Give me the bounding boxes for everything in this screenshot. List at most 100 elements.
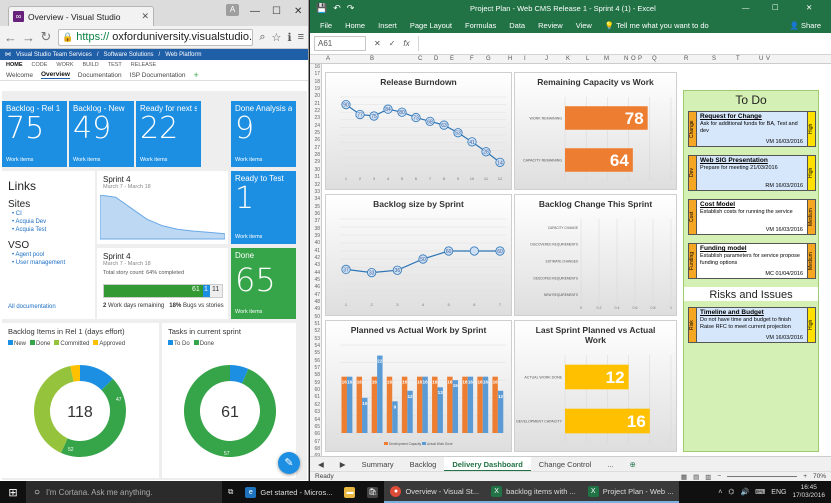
vsts-collection-link[interactable]: Software Solutions: [104, 52, 154, 58]
column-header[interactable]: U: [759, 56, 763, 62]
extension-icon[interactable]: ℹ: [287, 31, 291, 44]
column-header[interactable]: T: [736, 56, 740, 62]
zoom-in-icon[interactable]: +: [803, 473, 807, 480]
row-header[interactable]: 16: [310, 64, 321, 71]
row-header[interactable]: 68: [310, 446, 321, 453]
row-header[interactable]: 59: [310, 380, 321, 387]
link-acquia-dev[interactable]: • Acquia Dev: [12, 218, 89, 226]
volume-icon[interactable]: 🔊: [740, 488, 749, 496]
release-burndown-chart[interactable]: Release Burndown 90 1 77 2 75 3 84 4 80 5 73 6 68 7 63…: [325, 72, 512, 190]
row-header[interactable]: 26: [310, 137, 321, 144]
back-icon[interactable]: ←: [4, 30, 17, 45]
row-header[interactable]: 43: [310, 262, 321, 269]
row-header[interactable]: 66: [310, 431, 321, 438]
taskbar-chrome[interactable]: ● Overview - Visual St...: [384, 481, 486, 503]
column-header[interactable]: A: [326, 56, 330, 62]
todo-card[interactable]: Funding Funding model Establish parameters…: [688, 243, 816, 279]
link-agent-pool[interactable]: • Agent pool: [12, 251, 89, 259]
row-header[interactable]: 41: [310, 248, 321, 255]
row-header[interactable]: 33: [310, 189, 321, 196]
pencil-icon[interactable]: ✎: [278, 452, 300, 474]
tile-done-analysis[interactable]: Done Analysis an... 9 Work items: [231, 101, 296, 167]
windows-start-icon[interactable]: ⊞: [0, 486, 26, 499]
sprint-burndown-tile[interactable]: Sprint 4 March 7 - March 18: [97, 171, 228, 244]
column-header[interactable]: F: [470, 56, 474, 62]
minimize-icon[interactable]: —: [250, 6, 260, 17]
tile-ready-to-test[interactable]: Ready to Test 1 Work items: [231, 171, 296, 244]
link-ci[interactable]: • CI: [12, 210, 89, 218]
column-header[interactable]: J: [545, 56, 548, 62]
column-header[interactable]: D: [434, 56, 438, 62]
close-window-icon[interactable]: ✕: [806, 3, 812, 12]
column-header[interactable]: M: [604, 56, 609, 62]
column-header[interactable]: E: [450, 56, 454, 62]
vsts-project-link[interactable]: Web Platform: [165, 52, 201, 58]
todo-card[interactable]: Change Request for Change Ask for addition…: [688, 111, 816, 147]
worksheet-grid[interactable]: Release Burndown 90 1 77 2 75 3 84 4 80 5 73 6 68 7 63…: [323, 64, 828, 456]
tile-ready-next-sprint[interactable]: Ready for next sp... 22 Work items: [136, 101, 201, 167]
remaining-capacity-chart[interactable]: Remaining Capacity vs Work WORK REMAININ…: [514, 72, 677, 190]
row-header[interactable]: 24: [310, 123, 321, 130]
row-header[interactable]: 39: [310, 233, 321, 240]
row-header[interactable]: 20: [310, 93, 321, 100]
language-indicator[interactable]: ENG: [771, 489, 786, 496]
ribbon-file[interactable]: File: [320, 21, 332, 30]
row-header[interactable]: 35: [310, 204, 321, 211]
row-header[interactable]: 36: [310, 211, 321, 218]
name-box[interactable]: A61: [314, 36, 366, 51]
nav-home[interactable]: HOME: [6, 62, 23, 68]
formula-input[interactable]: [417, 36, 827, 51]
undo-icon[interactable]: ↶: [333, 3, 341, 14]
all-documentation-link[interactable]: All documentation: [8, 304, 56, 310]
nav-work[interactable]: WORK: [56, 62, 73, 68]
sheet-tab-backlog[interactable]: Backlog: [402, 457, 445, 472]
profile-avatar[interactable]: A: [226, 4, 239, 16]
row-header[interactable]: 45: [310, 277, 321, 284]
taskbar-store[interactable]: 🛍: [361, 481, 384, 503]
sheet-tab-change-control[interactable]: Change Control: [531, 457, 600, 472]
column-header[interactable]: H: [508, 56, 512, 62]
column-header[interactable]: C: [418, 56, 422, 62]
row-header[interactable]: 34: [310, 196, 321, 203]
function-icon[interactable]: fx: [403, 39, 409, 48]
reload-icon[interactable]: ↻: [40, 29, 52, 45]
address-bar[interactable]: 🔒 https://oxforduniversity.visualstudio.…: [58, 28, 254, 46]
sheet-tab-summary[interactable]: Summary: [354, 457, 402, 472]
bookmark-star-icon[interactable]: ☆: [272, 31, 282, 44]
column-header[interactable]: V: [766, 56, 770, 62]
sprint-progress-tile[interactable]: Sprint 4 March 7 - March 18 Total story …: [97, 248, 228, 319]
zoom-out-icon[interactable]: −: [717, 473, 721, 480]
row-header[interactable]: 57: [310, 365, 321, 372]
row-header[interactable]: 54: [310, 343, 321, 350]
ribbon-home[interactable]: Home: [345, 21, 365, 30]
ribbon-review[interactable]: Review: [538, 21, 563, 30]
row-header[interactable]: 56: [310, 358, 321, 365]
row-header[interactable]: 29: [310, 159, 321, 166]
link-user-management[interactable]: • User management: [12, 259, 89, 267]
zoom-level[interactable]: 70%: [813, 473, 826, 480]
sheet-tab-delivery-dashboard[interactable]: Delivery Dashboard: [444, 456, 531, 472]
column-header[interactable]: O: [631, 56, 636, 62]
tab-documentation[interactable]: Documentation: [78, 72, 122, 79]
todo-card[interactable]: Cost Cost Model Establish costs for runnin…: [688, 199, 816, 235]
page-break-icon[interactable]: ▥: [705, 473, 711, 481]
row-header[interactable]: 51: [310, 321, 321, 328]
row-header[interactable]: 67: [310, 439, 321, 446]
row-header[interactable]: 61: [310, 394, 321, 401]
column-header[interactable]: L: [586, 56, 589, 62]
row-header[interactable]: 27: [310, 145, 321, 152]
column-header[interactable]: I: [524, 56, 526, 62]
close-tab-icon[interactable]: ✕: [141, 11, 149, 22]
clock[interactable]: 16:45 17/03/2016: [792, 484, 825, 500]
row-header[interactable]: 63: [310, 409, 321, 416]
row-header[interactable]: 37: [310, 218, 321, 225]
row-header[interactable]: 25: [310, 130, 321, 137]
share-button[interactable]: 👤 Share: [790, 21, 821, 30]
todo-card[interactable]: Risk Timeline and Budget Do not have time …: [688, 307, 816, 343]
row-header[interactable]: 17: [310, 71, 321, 78]
taskbar-excel-project-plan[interactable]: X Project Plan - Web ...: [581, 481, 680, 503]
row-header[interactable]: 47: [310, 292, 321, 299]
column-header[interactable]: R: [684, 56, 688, 62]
tray-chevron-icon[interactable]: ˄: [718, 489, 722, 496]
ribbon-page-layout[interactable]: Page Layout: [410, 21, 452, 30]
